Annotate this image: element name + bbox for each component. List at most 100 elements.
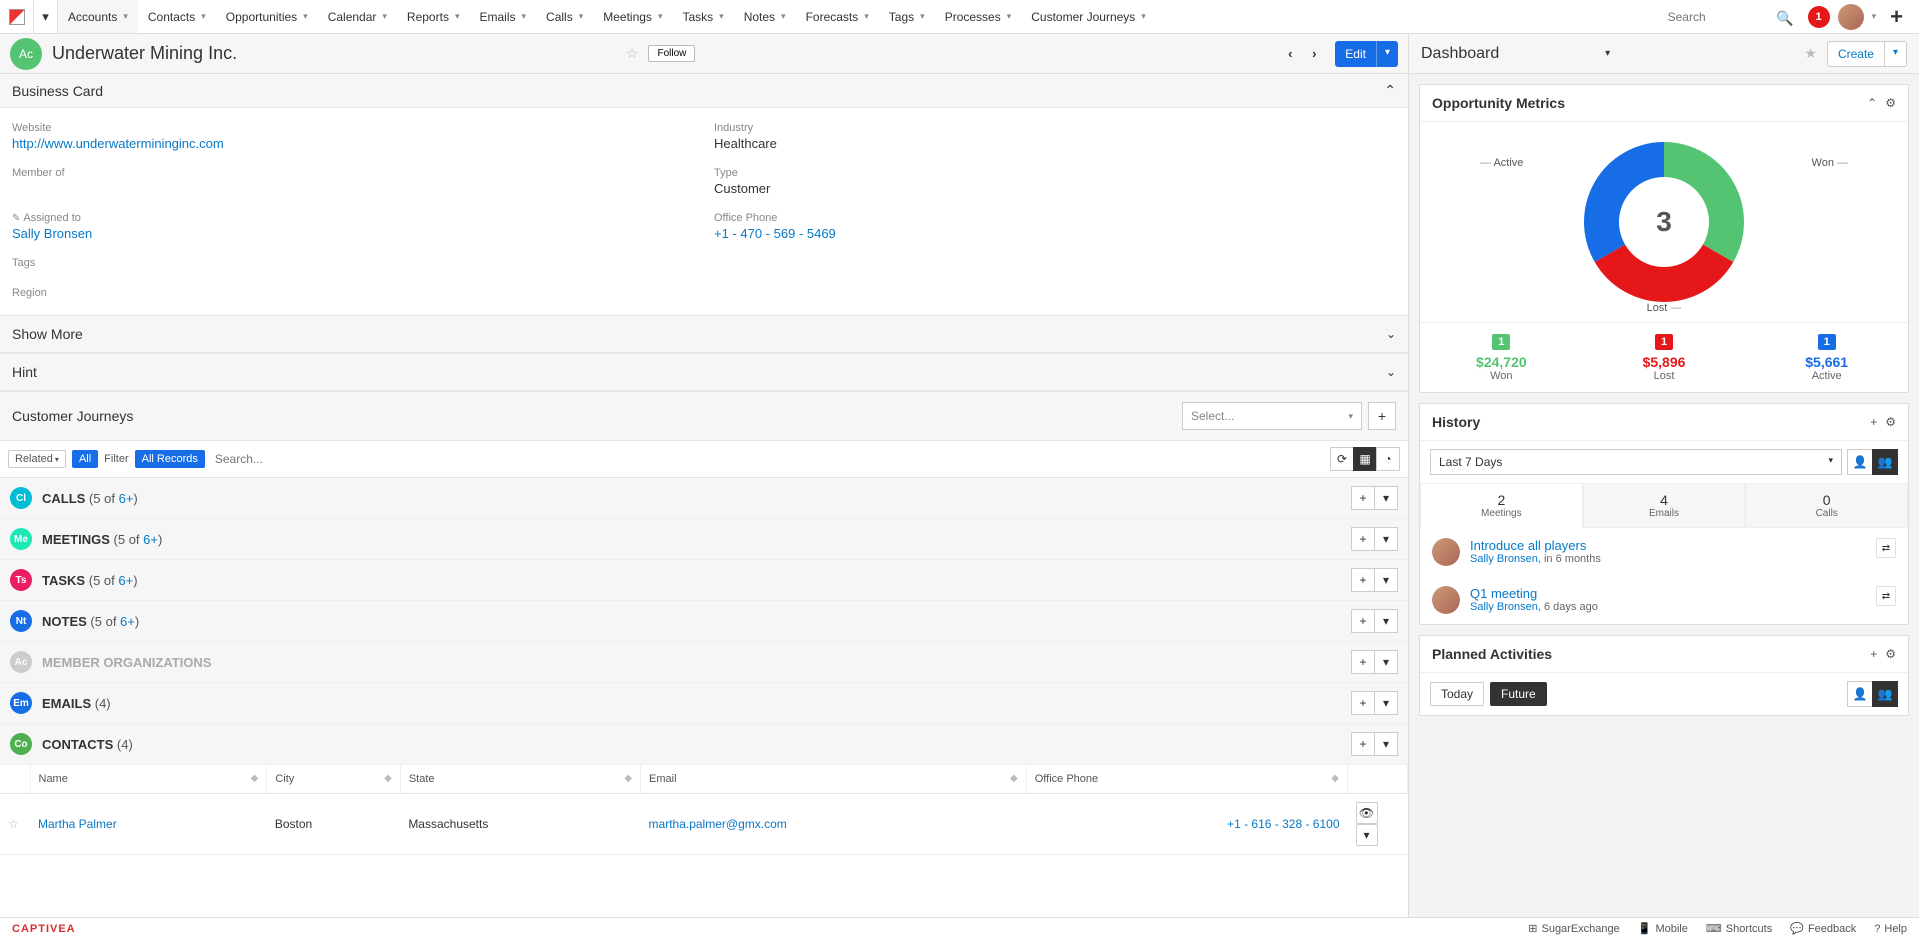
nav-item-forecasts[interactable]: Forecasts▾ [796,0,879,33]
notification-badge[interactable]: 1 [1808,6,1830,28]
footer-link-shortcuts[interactable]: ⌨Shortcuts [1706,922,1772,935]
column-header[interactable]: Email◆ [641,765,1027,794]
column-header[interactable]: City◆ [267,765,400,794]
field-tags[interactable]: Tags [12,251,694,277]
app-logo[interactable] [0,0,34,33]
more-button[interactable]: ▾ [1374,732,1398,756]
nav-item-notes[interactable]: Notes▾ [734,0,796,33]
link-icon[interactable]: ⇄ [1876,586,1896,606]
more-button[interactable]: ▾ [1374,691,1398,715]
favorite-star-icon[interactable]: ☆ [626,45,639,62]
phone-link[interactable]: +1 - 470 - 569 - 5469 [714,226,836,241]
link-icon[interactable]: ⇄ [1876,538,1896,558]
all-chip[interactable]: All [72,450,98,468]
business-card-header[interactable]: Business Card ⌃ [0,74,1408,108]
related-tasks[interactable]: Ts TASKS (5 of 6+) + ▾ [0,560,1408,601]
nav-item-tags[interactable]: Tags▾ [879,0,935,33]
history-tab-meetings[interactable]: 2Meetings [1420,483,1583,528]
create-button[interactable]: Create [1827,41,1885,67]
column-header[interactable]: Office Phone◆ [1026,765,1347,794]
assigned-link[interactable]: Sally Bronsen [12,226,92,241]
nav-item-contacts[interactable]: Contacts▾ [138,0,216,33]
today-chip[interactable]: Today [1430,682,1484,706]
footer-link-feedback[interactable]: 💬Feedback [1790,922,1856,935]
user-link[interactable]: Sally Bronsen [1470,553,1538,565]
cj-add-button[interactable]: + [1368,402,1396,430]
more-button[interactable]: ▾ [1374,568,1398,592]
refresh-icon[interactable]: ⟳ [1330,447,1354,471]
nav-item-reports[interactable]: Reports▾ [397,0,470,33]
add-button[interactable]: + [1351,486,1375,510]
edit-caret[interactable]: ▾ [1376,41,1398,67]
field-website[interactable]: Website http://www.underwatermininginc.c… [12,116,694,157]
nav-item-processes[interactable]: Processes▾ [935,0,1022,33]
nav-item-calls[interactable]: Calls▾ [536,0,593,33]
preview-icon[interactable]: 👁 [1356,802,1378,824]
future-chip[interactable]: Future [1490,682,1547,706]
nav-item-customer-journeys[interactable]: Customer Journeys▾ [1021,0,1156,33]
related-notes[interactable]: Nt NOTES (5 of 6+) + ▾ [0,601,1408,642]
website-link[interactable]: http://www.underwatermininginc.com [12,136,224,151]
group-filter-icon[interactable]: 👥 [1872,681,1898,707]
nav-item-calendar[interactable]: Calendar▾ [318,0,397,33]
nav-item-meetings[interactable]: Meetings▾ [593,0,672,33]
column-header[interactable]: Name◆ [30,765,267,794]
add-button[interactable]: + [1351,568,1375,592]
edit-button[interactable]: Edit [1335,41,1376,67]
column-header[interactable]: State◆ [400,765,640,794]
related-contacts[interactable]: Co CONTACTS (4) + ▾ [0,724,1408,765]
activity-view-icon[interactable]: ◔ [1376,447,1400,471]
all-records-chip[interactable]: All Records [135,450,205,468]
more-button[interactable]: ▾ [1374,609,1398,633]
footer-link-sugarexchange[interactable]: ⊞SugarExchange [1528,922,1620,935]
add-button[interactable]: + [1351,732,1375,756]
search-icon[interactable]: 🔍 [1776,10,1793,27]
quick-create-button[interactable]: + [1884,4,1909,30]
show-more-toggle[interactable]: Show More ⌄ [0,315,1408,353]
history-range-select[interactable]: Last 7 Days▾ [1430,449,1842,475]
field-member-of[interactable]: Member of [12,161,694,202]
user-link[interactable]: Sally Bronsen [1470,601,1538,613]
footer-link-help[interactable]: ?Help [1874,922,1907,935]
hint-toggle[interactable]: Hint ⌄ [0,353,1408,391]
user-filter-icon[interactable]: 👤 [1847,681,1873,707]
history-item-link[interactable]: Q1 meeting [1470,586,1537,601]
user-menu-caret[interactable]: ▾ [1872,11,1877,22]
related-calls[interactable]: Cl CALLS (5 of 6+) + ▾ [0,478,1408,519]
dashboard-star-icon[interactable]: ★ [1804,45,1817,62]
plus-icon[interactable]: + [1870,415,1877,429]
field-assigned-to[interactable]: ✎Assigned to Sally Bronsen [12,206,694,247]
field-office-phone[interactable]: Office Phone +1 - 470 - 569 - 5469 [714,206,1396,247]
phone-link[interactable]: +1 - 616 - 328 - 6100 [1227,817,1339,831]
gear-icon[interactable]: ⚙ [1885,415,1896,429]
related-meetings[interactable]: Me MEETINGS (5 of 6+) + ▾ [0,519,1408,560]
related-chip[interactable]: Related▾ [8,450,66,468]
nav-item-emails[interactable]: Emails▾ [469,0,536,33]
contact-name-link[interactable]: Martha Palmer [38,817,117,831]
gear-icon[interactable]: ⚙ [1885,96,1896,110]
favorite-star-icon[interactable]: ☆ [8,817,19,831]
history-tab-emails[interactable]: 4Emails [1583,483,1746,528]
history-tab-calls[interactable]: 0Calls [1745,483,1908,528]
dashboard-caret[interactable]: ▾ [1605,48,1610,59]
nav-item-accounts[interactable]: Accounts▾ [58,0,138,33]
module-menu-caret[interactable]: ▾ [34,0,58,33]
next-record-button[interactable]: › [1303,43,1325,65]
field-region[interactable]: Region [12,281,694,307]
add-button[interactable]: + [1351,609,1375,633]
row-menu-icon[interactable]: ▾ [1356,824,1378,846]
user-filter-icon[interactable]: 👤 [1847,449,1873,475]
prev-record-button[interactable]: ‹ [1279,43,1301,65]
add-button[interactable]: + [1351,691,1375,715]
group-filter-icon[interactable]: 👥 [1872,449,1898,475]
footer-link-mobile[interactable]: 📱Mobile [1638,922,1688,935]
add-button[interactable]: + [1351,527,1375,551]
collapse-icon[interactable]: ⌃ [1384,82,1396,99]
nav-item-tasks[interactable]: Tasks▾ [672,0,733,33]
related-emails[interactable]: Em EMAILS (4) + ▾ [0,683,1408,724]
more-button[interactable]: ▾ [1374,527,1398,551]
user-avatar[interactable] [1838,4,1864,30]
history-item-link[interactable]: Introduce all players [1470,538,1586,553]
collapse-icon[interactable]: ⌃ [1867,96,1877,110]
create-caret[interactable]: ▾ [1885,41,1907,67]
